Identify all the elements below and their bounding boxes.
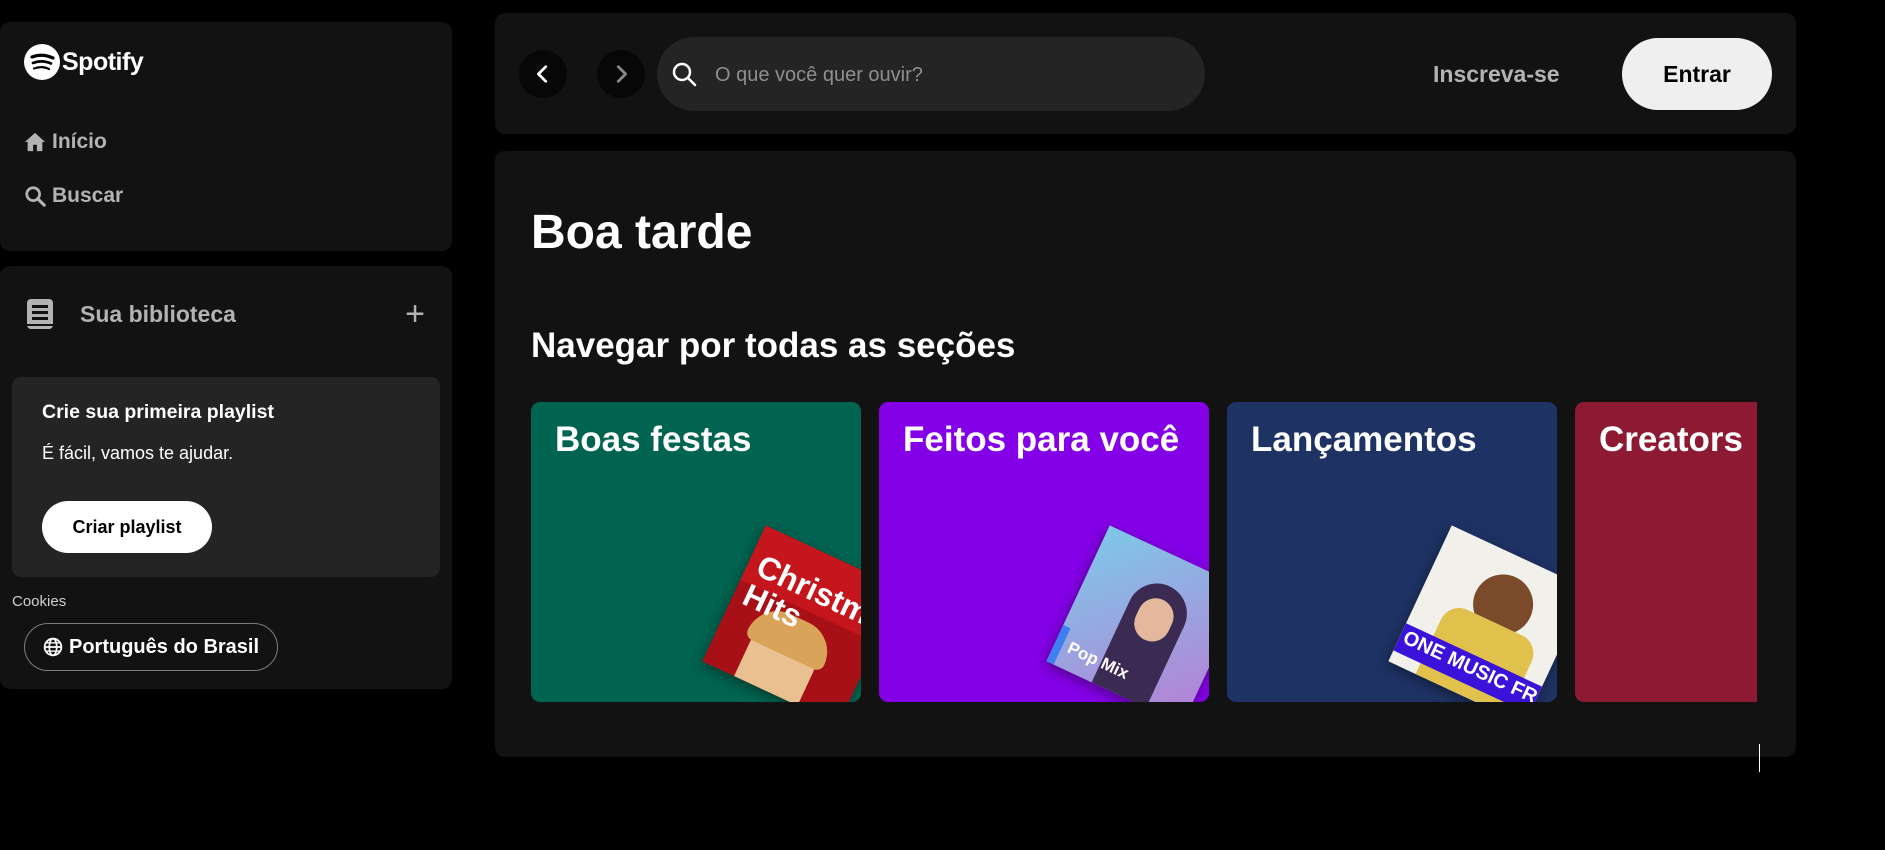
create-playlist-title: Crie sua primeira playlist [42, 401, 274, 423]
category-card-feitos-para-voce[interactable]: Feitos para você Pop Mix [879, 402, 1209, 702]
language-button[interactable]: Português do Brasil [24, 623, 279, 671]
top-bar: Inscreva-se Entrar [495, 13, 1796, 134]
spotify-wordmark: Spotify [62, 47, 144, 76]
greeting-heading: Boa tarde [531, 206, 753, 259]
spotify-logo-icon [24, 44, 60, 80]
text-cursor [1759, 744, 1760, 772]
search-box [657, 37, 1205, 113]
chevron-left-icon [537, 65, 548, 83]
nav-search-label: Buscar [52, 184, 124, 207]
create-playlist-card: Crie sua primeira playlist É fácil, vamo… [12, 377, 440, 577]
add-playlist-button[interactable]: + [400, 297, 430, 331]
category-cards: Boas festas Christmas Hits Feitos para v… [531, 402, 1757, 702]
category-card-title: Creators [1599, 420, 1743, 459]
category-card-boas-festas[interactable]: Boas festas Christmas Hits [531, 402, 861, 702]
back-button[interactable] [519, 50, 567, 98]
category-card-title: Boas festas [555, 420, 752, 459]
nav-home-label: Início [52, 130, 107, 153]
library-icon [27, 299, 53, 329]
nav-item-home[interactable]: Início [24, 130, 107, 154]
create-playlist-button[interactable]: Criar playlist [42, 501, 212, 553]
search-input[interactable] [713, 37, 1187, 113]
cover-stripe [1046, 625, 1071, 665]
nav-item-search[interactable]: Buscar [24, 184, 123, 208]
main-content: Boa tarde Navegar por todas as seções Bo… [495, 151, 1796, 757]
chevron-right-icon [616, 65, 627, 83]
create-playlist-subtitle: É fácil, vamos te ajudar. [42, 443, 234, 463]
category-card-title: Feitos para você [903, 420, 1180, 459]
login-button[interactable]: Entrar [1622, 38, 1772, 110]
category-card-title: Lançamentos [1251, 420, 1477, 459]
christmas-hits-cover: Christmas Hits [702, 525, 861, 702]
search-icon [25, 186, 46, 207]
forward-button[interactable] [597, 50, 645, 98]
cookies-link[interactable]: Cookies [12, 593, 66, 610]
library-panel: Sua biblioteca + Crie sua primeira playl… [0, 266, 452, 689]
home-icon [24, 132, 46, 152]
spotify-logo[interactable]: Spotify [24, 44, 144, 80]
browse-section-title: Navegar por todas as seções [531, 326, 1016, 365]
pop-mix-cover: Pop Mix [1046, 525, 1209, 702]
category-card-lancamentos[interactable]: Lançamentos ONE MUSIC FRIDAY [1227, 402, 1557, 702]
globe-icon [43, 637, 63, 657]
nav-panel: Spotify Início Buscar [0, 22, 452, 251]
signup-link[interactable]: Inscreva-se [1433, 61, 1560, 88]
library-header[interactable]: Sua biblioteca [24, 298, 236, 330]
category-card-creators[interactable]: Creators [1575, 402, 1757, 702]
library-title: Sua biblioteca [80, 300, 236, 327]
new-music-friday-cover: ONE MUSIC FRIDAY [1388, 525, 1557, 702]
search-icon [672, 62, 697, 87]
language-label: Português do Brasil [69, 635, 260, 658]
